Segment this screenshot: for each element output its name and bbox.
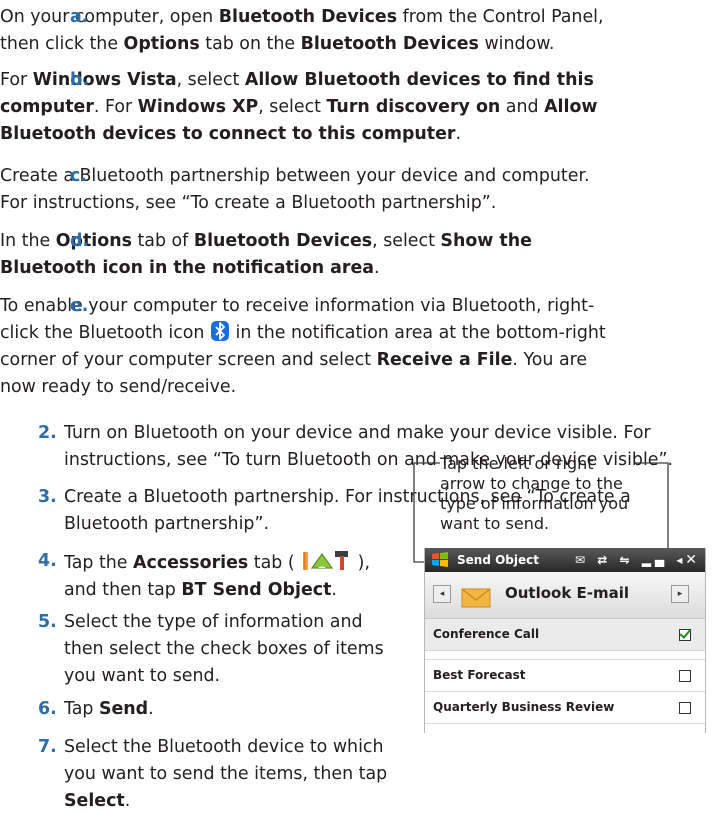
- status-icons: ✉ ⇄ ⇋ ▂▄ ◂: [575, 553, 687, 567]
- step-7: 7. Select the Bluetooth device to which …: [0, 734, 716, 815]
- phone-title-bar: Send Object ✉ ⇄ ⇋ ▂▄ ◂ ✕: [425, 548, 705, 572]
- list-item-label: Quarterly Business Review: [433, 700, 615, 714]
- item-checkbox[interactable]: [679, 702, 691, 714]
- list-item[interactable]: Best Forecast: [425, 660, 705, 692]
- left-arrow-button[interactable]: ◂: [433, 585, 451, 603]
- step-number: 7.: [38, 737, 57, 757]
- item-checkbox[interactable]: [679, 629, 691, 641]
- list-item-label: Conference Call: [433, 627, 540, 641]
- right-arrow-button[interactable]: ▸: [671, 585, 689, 603]
- envelope-icon: [461, 588, 491, 608]
- step-text: Select the Bluetooth device to which you…: [64, 737, 388, 811]
- info-type-selector: ◂ Outlook E-mail ▸: [425, 572, 705, 619]
- item-checkbox[interactable]: [679, 670, 691, 682]
- close-button[interactable]: ✕: [685, 548, 697, 572]
- info-type-label: Outlook E-mail: [505, 584, 630, 602]
- windows-start-icon[interactable]: [431, 552, 449, 568]
- list-item[interactable]: Quarterly Business Review: [425, 692, 705, 724]
- phone-title: Send Object: [457, 553, 539, 567]
- bold-term: Select: [64, 791, 125, 811]
- list-divider: [425, 651, 705, 660]
- list-item[interactable]: Conference Call: [425, 619, 705, 651]
- list-item-label: Best Forecast: [433, 668, 526, 682]
- callout-text: Tap the left or right arrow to change to…: [440, 454, 629, 533]
- phone-screen: Send Object ✉ ⇄ ⇋ ▂▄ ◂ ✕ ◂ Outlook E-mai…: [424, 548, 706, 733]
